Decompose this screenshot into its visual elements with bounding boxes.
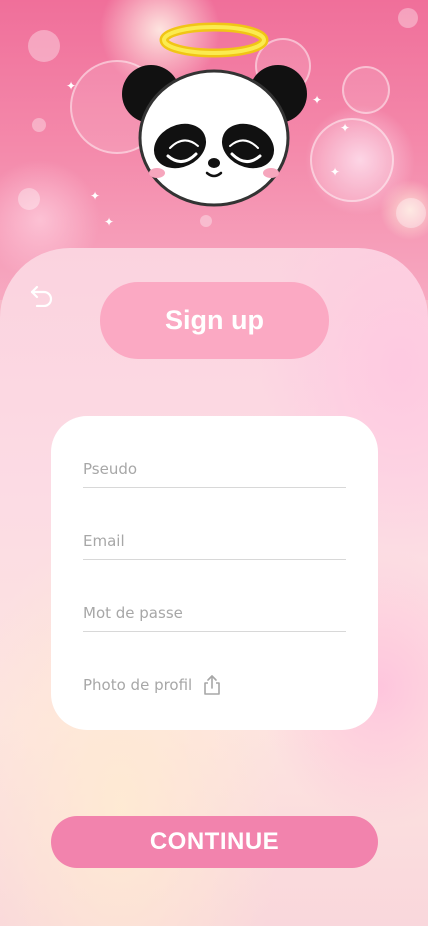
profile-photo-label: Photo de profil <box>83 676 193 694</box>
sparkle-icon: ✦ <box>340 121 351 135</box>
pseudo-input[interactable] <box>83 451 346 487</box>
email-input[interactable] <box>83 523 346 559</box>
sparkle-icon: ✦ <box>90 189 101 203</box>
bokeh-light <box>342 66 390 114</box>
upload-icon <box>204 675 221 695</box>
pseudo-field <box>83 451 346 488</box>
sparkle-icon: ✦ <box>312 93 323 107</box>
bokeh-light <box>396 198 426 228</box>
undo-arrow-icon <box>30 285 53 307</box>
profile-photo-upload[interactable]: Photo de profil <box>83 672 222 698</box>
bokeh-light <box>18 188 40 210</box>
bokeh-light <box>398 8 418 28</box>
signup-title-pill: Sign up <box>100 282 329 359</box>
bokeh-light <box>310 118 394 202</box>
back-button[interactable] <box>26 278 58 310</box>
bokeh-light <box>28 30 60 62</box>
page-title: Sign up <box>165 305 264 335</box>
bokeh-light <box>32 118 46 132</box>
sparkle-icon: ✦ <box>66 79 77 93</box>
signup-form-card: Photo de profil <box>51 416 378 730</box>
sparkle-icon: ✦ <box>104 215 115 229</box>
email-field <box>83 523 346 560</box>
continue-button[interactable]: CONTINUE <box>51 816 378 868</box>
panda-mascot <box>122 22 307 207</box>
password-input[interactable] <box>83 595 346 631</box>
continue-label: CONTINUE <box>149 828 280 855</box>
password-field <box>83 595 346 632</box>
bokeh-light <box>200 215 212 227</box>
sparkle-icon: ✦ <box>330 165 341 179</box>
